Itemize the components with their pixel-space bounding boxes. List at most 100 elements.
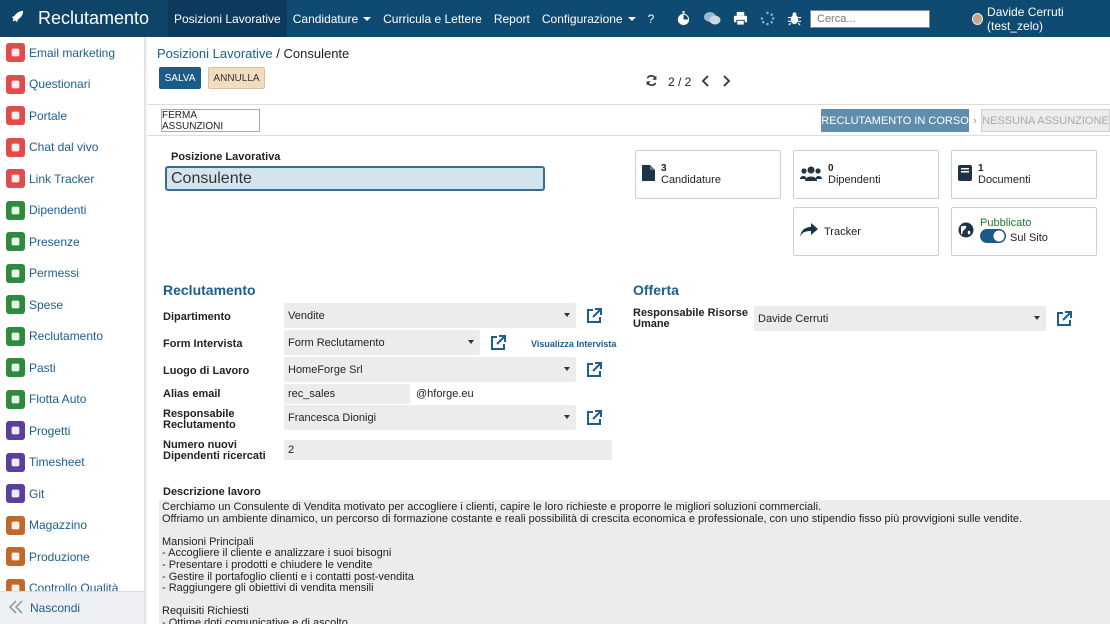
sidebar-item-questionari[interactable]: Questionari bbox=[0, 69, 144, 101]
sidebar-item-portale[interactable]: Portale bbox=[0, 100, 144, 132]
menu-posizioni-lavorative[interactable]: Posizioni Lavorative bbox=[168, 0, 287, 37]
loading-icon[interactable] bbox=[760, 11, 775, 26]
interview-form-select[interactable]: Form Reclutamento bbox=[284, 330, 480, 355]
sidebar-item-presenze[interactable]: Presenze bbox=[0, 226, 144, 258]
new-employees-label: Numero nuovi Dipendenti ricercati bbox=[163, 439, 266, 462]
calendar-icon bbox=[6, 263, 25, 283]
work-location-select[interactable]: HomeForge Srl bbox=[284, 357, 576, 382]
sidebar-item-label: Git bbox=[29, 486, 45, 501]
employees-label: Dipendenti bbox=[828, 173, 881, 186]
systray bbox=[676, 0, 802, 37]
documents-label: Documenti bbox=[978, 173, 1031, 186]
sidebar-item-label: Chat dal vivo bbox=[29, 140, 99, 155]
offer-section-title: Offerta bbox=[633, 282, 679, 298]
work-location-label: Luogo di Lavoro bbox=[163, 365, 250, 377]
clock-icon bbox=[6, 452, 25, 472]
external-link-icon[interactable] bbox=[489, 334, 507, 352]
timer-icon[interactable] bbox=[676, 11, 691, 26]
applications-label: Candidature bbox=[661, 173, 721, 186]
stage-no-hiring[interactable]: NESSUNA ASSUNZIONE bbox=[981, 109, 1110, 132]
breadcrumb-current: Consulente bbox=[283, 46, 350, 61]
pager-next-icon[interactable] bbox=[721, 74, 731, 90]
sidebar-item-email-marketing[interactable]: Email marketing bbox=[0, 37, 144, 69]
pager-value: 2 / 2 bbox=[668, 75, 692, 89]
user-menu[interactable]: Davide Cerruti (test_zelo) bbox=[972, 0, 1110, 37]
email-domain: @hforge.eu bbox=[416, 388, 474, 400]
main-menu: Posizioni Lavorative Candidature Curricu… bbox=[168, 0, 660, 37]
sidebar-item-progetti[interactable]: Progetti bbox=[0, 415, 144, 447]
car-icon bbox=[6, 389, 25, 409]
department-select[interactable]: Vendite bbox=[284, 303, 576, 328]
refresh-icon[interactable] bbox=[645, 74, 658, 90]
sidebar-item-link-tracker[interactable]: Link Tracker bbox=[0, 163, 144, 195]
pager-previous-icon[interactable] bbox=[701, 74, 711, 90]
sidebar-item-chat-dal-vivo[interactable]: Chat dal vivo bbox=[0, 132, 144, 164]
tracker-smart-button[interactable]: Tracker bbox=[793, 207, 939, 256]
sidebar-item-pasti[interactable]: Pasti bbox=[0, 352, 144, 384]
bug-icon[interactable] bbox=[787, 11, 802, 26]
view-interview-link[interactable]: Visualizza Intervista bbox=[531, 339, 616, 349]
sidebar-item-spese[interactable]: Spese bbox=[0, 289, 144, 321]
dollar-icon bbox=[6, 295, 25, 315]
search-input[interactable] bbox=[810, 10, 930, 28]
sidebar-item-produzione[interactable]: Produzione bbox=[0, 541, 144, 573]
breadcrumb-parent[interactable]: Posizioni Lavorative bbox=[157, 46, 273, 61]
sidebar-item-reclutamento[interactable]: Reclutamento bbox=[0, 321, 144, 353]
sidebar-hide-label: Nascondi bbox=[30, 601, 81, 615]
website-publish-smart-button[interactable]: Pubblicato Sul Sito bbox=[951, 207, 1097, 256]
sidebar-item-git[interactable]: Git bbox=[0, 478, 144, 510]
documents-smart-button[interactable]: 1 Documenti bbox=[951, 150, 1097, 199]
external-link-icon[interactable] bbox=[585, 361, 603, 379]
menu-configurazione[interactable]: Configurazione bbox=[536, 0, 642, 37]
menu-curricula[interactable]: Curricula e Lettere bbox=[377, 0, 488, 37]
sidebar-item-magazzino[interactable]: Magazzino bbox=[0, 510, 144, 542]
app-brand[interactable]: Reclutamento bbox=[0, 0, 168, 37]
publish-toggle[interactable] bbox=[980, 229, 1006, 246]
menu-help[interactable]: ? bbox=[642, 0, 661, 37]
employees-smart-button[interactable]: 0 Dipendenti bbox=[793, 150, 939, 199]
email-alias-label: Alias email bbox=[163, 388, 221, 400]
git-icon bbox=[6, 484, 25, 504]
stage-recruitment-in-progress[interactable]: RECLUTAMENTO IN CORSO bbox=[821, 109, 969, 132]
sidebar-item-timesheet[interactable]: Timesheet bbox=[0, 447, 144, 479]
sidebar-item-label: Link Tracker bbox=[29, 171, 95, 186]
sidebar-item-dipendenti[interactable]: Dipendenti bbox=[0, 195, 144, 227]
control-panel: Posizioni Lavorative / Consulente SALVA … bbox=[147, 37, 1110, 105]
external-link-icon[interactable] bbox=[585, 307, 603, 325]
interview-form-label: Form Intervista bbox=[163, 338, 243, 350]
menu-candidature[interactable]: Candidature bbox=[287, 0, 377, 37]
recruiter-select[interactable]: Francesca Dionigi bbox=[284, 405, 576, 430]
email-alias-input[interactable]: rec_sales bbox=[284, 384, 410, 404]
printer-icon[interactable] bbox=[733, 11, 748, 26]
sidebar-hide-button[interactable]: Nascondi bbox=[0, 591, 144, 624]
recruiter-label: Responsabile Reclutamento bbox=[163, 408, 236, 431]
sidebar-item-permessi[interactable]: Permessi bbox=[0, 258, 144, 290]
sidebar-item-label: Spese bbox=[29, 297, 64, 312]
form-sheet: Posizione Lavorativa Consulente 3 Candida… bbox=[147, 136, 1110, 624]
paper-plane-icon bbox=[6, 43, 25, 63]
job-position-name-input[interactable]: Consulente bbox=[165, 166, 545, 191]
clipboard-icon bbox=[6, 74, 25, 94]
applications-smart-button[interactable]: 3 Candidature bbox=[635, 150, 781, 199]
sidebar-item-label: Email marketing bbox=[29, 45, 116, 60]
menu-report[interactable]: Report bbox=[488, 0, 536, 37]
on-website-label: Sul Sito bbox=[1010, 231, 1048, 244]
pager: 2 / 2 bbox=[645, 74, 731, 90]
sidebar-item-flotta-auto[interactable]: Flotta Auto bbox=[0, 384, 144, 416]
new-employees-input[interactable]: 2 bbox=[284, 440, 612, 460]
save-button[interactable]: SALVA bbox=[159, 67, 201, 89]
external-link-icon[interactable] bbox=[585, 409, 603, 427]
job-description-editor[interactable]: Cerchiamo un Consulente di Vendita motiv… bbox=[159, 500, 1110, 624]
breadcrumb-separator: / bbox=[276, 46, 280, 61]
users-icon bbox=[800, 165, 822, 184]
hr-responsible-select[interactable]: Davide Cerruti bbox=[754, 306, 1046, 331]
discard-button[interactable]: ANNULLA bbox=[208, 67, 265, 89]
sidebar-item-label: Permessi bbox=[29, 266, 80, 281]
status-bar: FERMA ASSUNZIONI RECLUTAMENTO IN CORSO ›… bbox=[147, 105, 1110, 136]
stop-recruitment-button[interactable]: FERMA ASSUNZIONI bbox=[161, 109, 260, 132]
chat-bubbles-icon[interactable] bbox=[703, 11, 721, 26]
job-description-label: Descrizione lavoro bbox=[163, 486, 261, 498]
external-link-icon[interactable] bbox=[1055, 310, 1073, 328]
globe-icon bbox=[958, 222, 974, 241]
user-name: Davide Cerruti (test_zelo) bbox=[987, 4, 1064, 33]
